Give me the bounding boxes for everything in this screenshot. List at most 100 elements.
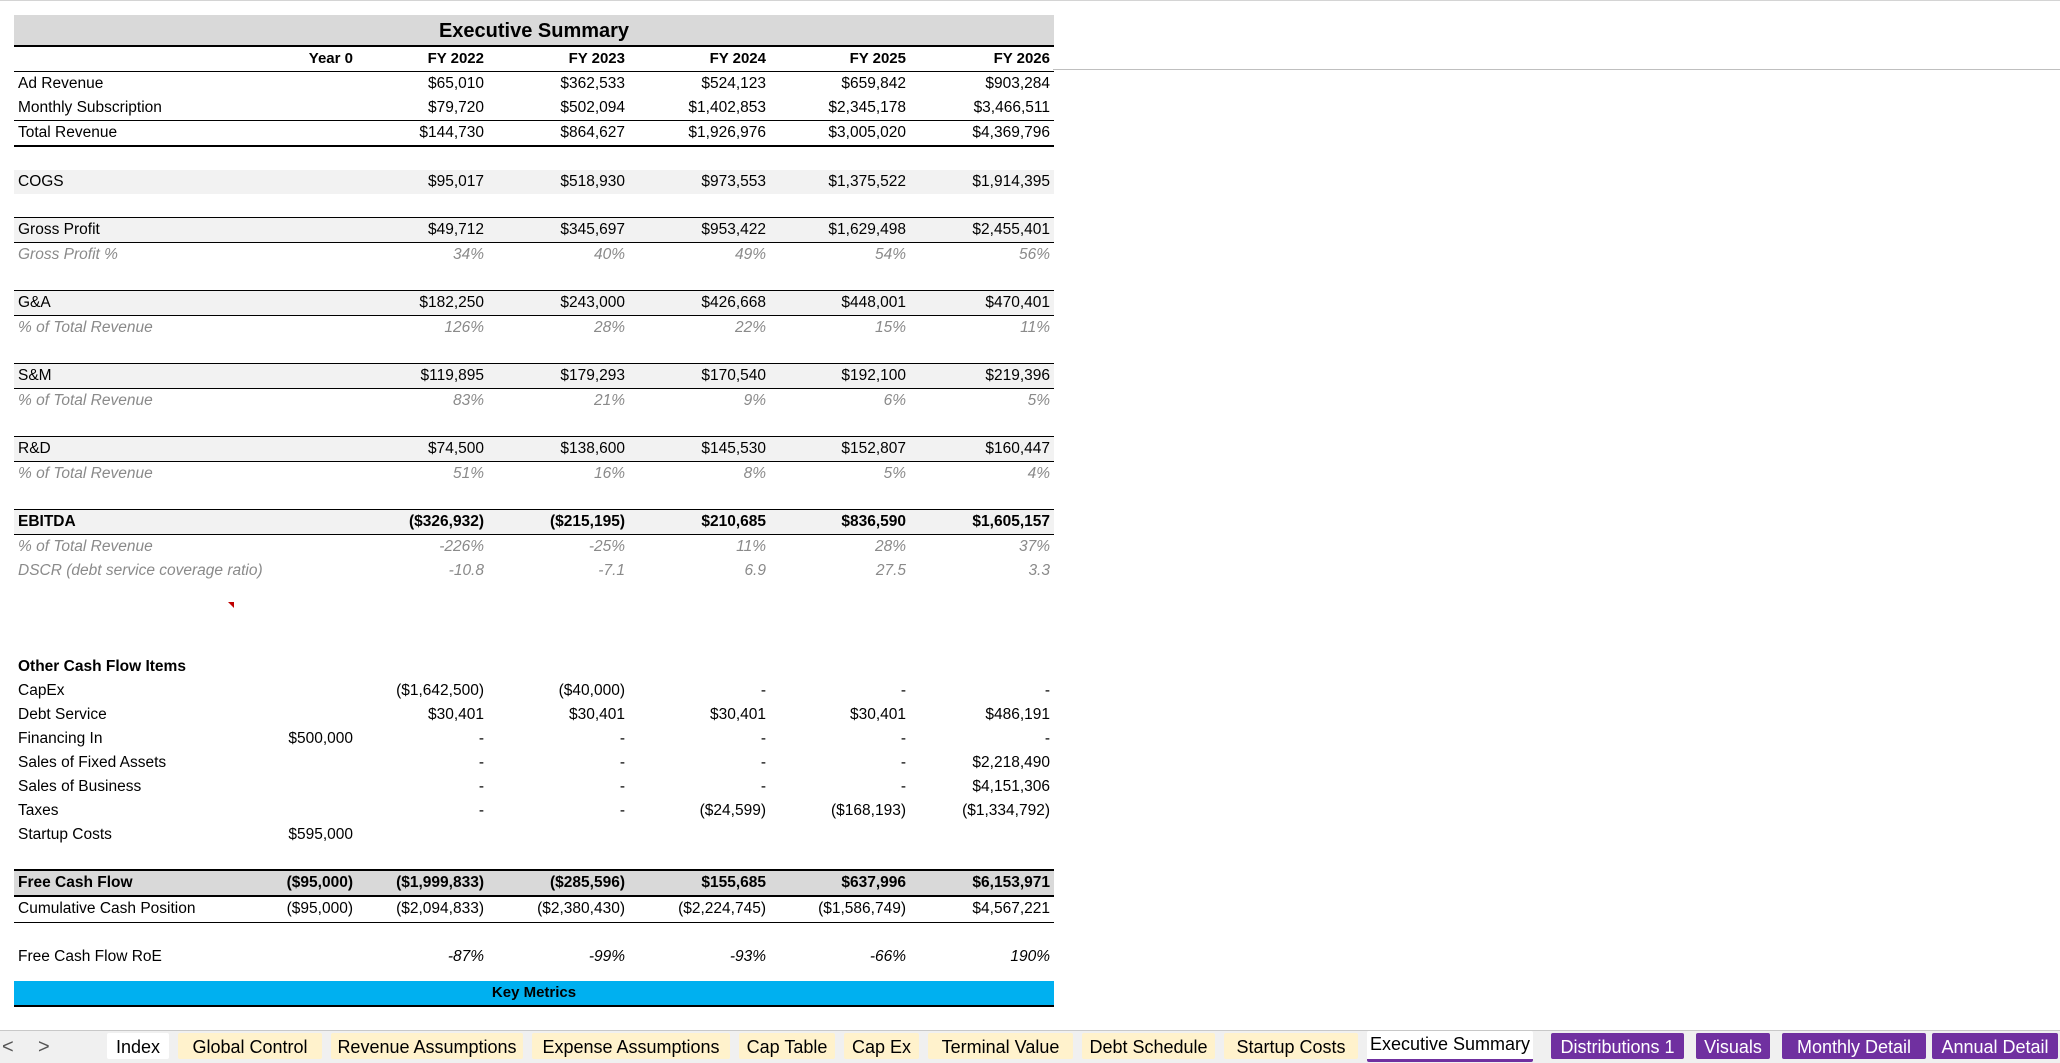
cell[interactable]: $637,996 [766, 871, 906, 895]
cell[interactable]: $95,017 [344, 170, 484, 194]
cell[interactable]: $345,697 [485, 218, 625, 242]
tab-global-control[interactable]: Global Control [178, 1033, 322, 1059]
cell[interactable]: $138,600 [485, 437, 625, 461]
cell[interactable]: $210,685 [626, 510, 766, 534]
cell[interactable]: 5% [766, 462, 906, 486]
cell[interactable]: - [766, 775, 906, 799]
cell[interactable]: 16% [485, 462, 625, 486]
col-header[interactable]: FY 2025 [766, 47, 906, 71]
cell[interactable]: $1,914,395 [910, 170, 1050, 194]
cell[interactable]: -25% [485, 535, 625, 559]
cell[interactable]: $145,530 [626, 437, 766, 461]
cell[interactable]: -99% [485, 945, 625, 969]
row-label[interactable]: DSCR (debt service coverage ratio) [18, 559, 263, 583]
cell[interactable]: $79,720 [344, 96, 484, 120]
cell[interactable]: $4,151,306 [910, 775, 1050, 799]
row-label[interactable]: Free Cash Flow RoE [18, 945, 162, 969]
cell[interactable]: $2,345,178 [766, 96, 906, 120]
cell[interactable]: 3.3 [910, 559, 1050, 583]
row-label[interactable]: EBITDA [18, 510, 76, 534]
cell[interactable]: $119,895 [344, 364, 485, 388]
tab-annual-detail[interactable]: Annual Detail [1932, 1033, 2058, 1059]
row-label[interactable]: Total Revenue [18, 121, 117, 145]
tab-cap-table[interactable]: Cap Table [739, 1033, 835, 1059]
cell[interactable]: 8% [626, 462, 766, 486]
row-label[interactable]: Monthly Subscription [18, 96, 162, 120]
section-heading[interactable]: Other Cash Flow Items [18, 655, 186, 679]
cell[interactable]: $30,401 [344, 703, 484, 727]
cell[interactable]: - [344, 775, 484, 799]
cell[interactable]: 9% [626, 389, 766, 413]
cell[interactable]: 11% [626, 535, 766, 559]
cell[interactable]: ($1,586,749) [766, 897, 906, 921]
cell[interactable]: $243,000 [485, 291, 625, 315]
cell[interactable]: $864,627 [485, 121, 625, 145]
cell[interactable]: - [344, 751, 484, 775]
cell[interactable]: $502,094 [485, 96, 625, 120]
row-label[interactable]: CapEx [18, 679, 65, 703]
row-label[interactable]: Taxes [18, 799, 59, 823]
cell[interactable]: $362,533 [485, 72, 625, 96]
cell[interactable]: 21% [485, 389, 625, 413]
row-label[interactable]: % of Total Revenue [18, 462, 153, 486]
cell[interactable]: $2,455,401 [910, 218, 1050, 242]
row-label[interactable]: Free Cash Flow [18, 871, 133, 895]
row-label[interactable]: Debt Service [18, 703, 107, 727]
cell[interactable]: -10.8 [344, 559, 484, 583]
cell[interactable]: $470,401 [910, 291, 1050, 315]
cell[interactable]: $4,369,796 [910, 121, 1050, 145]
tab-distributions-1[interactable]: Distributions 1 [1551, 1033, 1684, 1059]
row-label[interactable]: Gross Profit % [18, 243, 118, 267]
col-header[interactable]: FY 2026 [910, 47, 1050, 71]
cell[interactable]: $182,250 [344, 291, 484, 315]
cell[interactable]: - [626, 727, 766, 751]
cell[interactable]: $3,005,020 [766, 121, 906, 145]
cell[interactable]: $4,567,221 [910, 897, 1050, 921]
cell[interactable]: $973,553 [626, 170, 766, 194]
col-header[interactable]: FY 2022 [344, 47, 484, 71]
cell[interactable]: $30,401 [766, 703, 906, 727]
cell[interactable]: $836,590 [766, 510, 906, 534]
cell[interactable]: ($1,999,833) [344, 871, 484, 895]
scroll-left-icon[interactable]: < [2, 1035, 14, 1059]
cell[interactable]: $74,500 [344, 437, 484, 461]
cell[interactable]: - [766, 751, 906, 775]
cell[interactable]: $179,293 [485, 364, 625, 388]
row-label[interactable]: % of Total Revenue [18, 389, 153, 413]
cell[interactable]: -226% [344, 535, 484, 559]
cell[interactable]: 40% [485, 243, 625, 267]
cell[interactable]: $30,401 [485, 703, 625, 727]
cell[interactable]: -66% [766, 945, 906, 969]
cell[interactable]: - [626, 751, 766, 775]
cell[interactable]: 190% [910, 945, 1050, 969]
cell[interactable]: ($1,334,792) [910, 799, 1050, 823]
cell[interactable]: -93% [626, 945, 766, 969]
cell[interactable]: ($2,224,745) [626, 897, 766, 921]
cell[interactable]: $160,447 [910, 437, 1050, 461]
cell[interactable]: ($2,094,833) [344, 897, 484, 921]
cell[interactable]: 27.5 [766, 559, 906, 583]
cell[interactable]: - [910, 727, 1050, 751]
row-label[interactable]: Startup Costs [18, 823, 112, 847]
cell[interactable]: $1,605,157 [910, 510, 1050, 534]
cell[interactable]: ($24,599) [626, 799, 766, 823]
cell[interactable]: ($285,596) [485, 871, 625, 895]
row-label[interactable]: % of Total Revenue [18, 535, 153, 559]
cell[interactable]: $6,153,971 [910, 871, 1050, 895]
tab-terminal-value[interactable]: Terminal Value [928, 1033, 1073, 1059]
cell[interactable]: $659,842 [766, 72, 906, 96]
cell[interactable]: 51% [344, 462, 484, 486]
cell[interactable]: 56% [910, 243, 1050, 267]
cell[interactable]: - [485, 727, 625, 751]
tab-executive-summary[interactable]: Executive Summary [1367, 1031, 1533, 1062]
cell[interactable]: $3,466,511 [910, 96, 1050, 120]
col-header[interactable]: Year 0 [213, 47, 353, 71]
tab-debt-schedule[interactable]: Debt Schedule [1082, 1033, 1215, 1059]
row-label[interactable]: Cumulative Cash Position [18, 897, 195, 921]
row-label[interactable]: Financing In [18, 727, 102, 751]
key-metrics-banner[interactable]: Key Metrics [14, 981, 1054, 1007]
tab-revenue-assumptions[interactable]: Revenue Assumptions [331, 1033, 523, 1059]
row-label[interactable]: COGS [18, 170, 64, 194]
cell[interactable]: $595,000 [213, 823, 353, 847]
cell[interactable]: 5% [910, 389, 1050, 413]
